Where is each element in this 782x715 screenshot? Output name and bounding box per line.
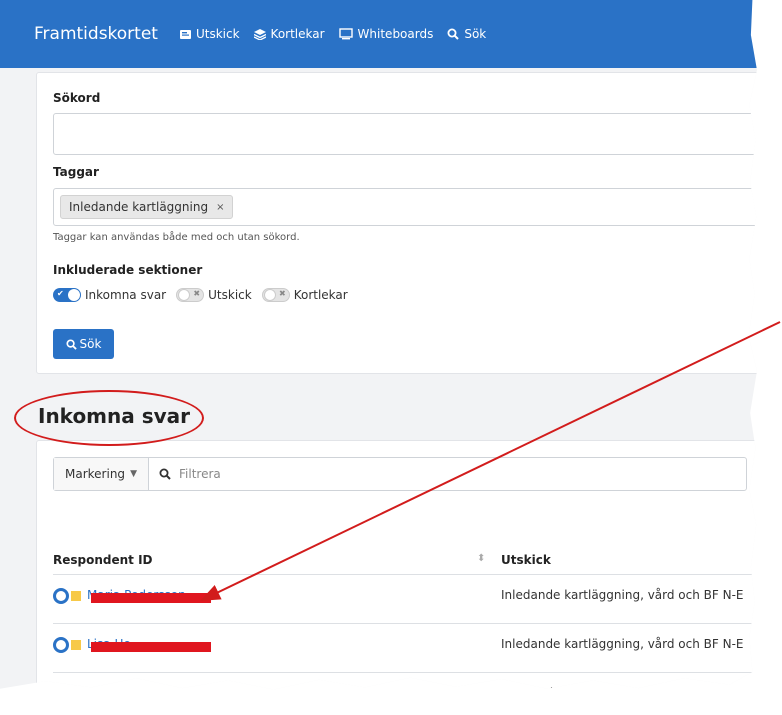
annotation-arrow bbox=[200, 321, 781, 601]
